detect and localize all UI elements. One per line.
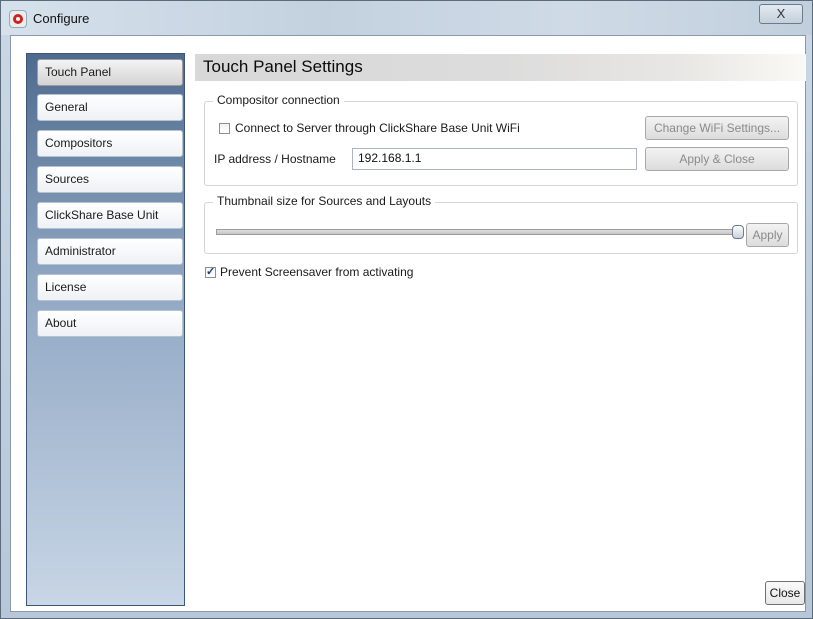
ip-address-input[interactable]: 192.168.1.1 — [352, 148, 637, 170]
compositor-connection-legend: Compositor connection — [213, 93, 344, 107]
wifi-connect-checkbox[interactable] — [219, 123, 230, 134]
compositor-connection-group: Compositor connection Connect to Server … — [204, 93, 798, 186]
prevent-screensaver-label[interactable]: Prevent Screensaver from activating — [220, 265, 413, 279]
sidebar-item-clickshare-base-unit[interactable]: ClickShare Base Unit — [37, 202, 183, 229]
thumbnail-size-legend: Thumbnail size for Sources and Layouts — [213, 194, 436, 208]
close-button[interactable]: Close — [765, 581, 805, 605]
thumbnail-size-slider-thumb[interactable] — [732, 225, 744, 239]
window-title: Configure — [33, 11, 90, 26]
sidebar-item-license[interactable]: License — [37, 274, 183, 301]
configure-window: Configure X Touch Panel General Composit… — [0, 0, 813, 619]
change-wifi-settings-button[interactable]: Change WiFi Settings... — [645, 116, 789, 140]
sidebar-item-compositors[interactable]: Compositors — [37, 130, 183, 157]
thumbnail-size-group: Thumbnail size for Sources and Layouts A… — [204, 194, 798, 254]
sidebar-item-general[interactable]: General — [37, 94, 183, 121]
sidebar-item-administrator[interactable]: Administrator — [37, 238, 183, 265]
dialog-client-area: Touch Panel General Compositors Sources … — [10, 35, 806, 612]
content-header: Touch Panel Settings — [195, 54, 806, 81]
ip-address-label: IP address / Hostname — [214, 152, 336, 166]
apply-close-button[interactable]: Apply & Close — [645, 147, 789, 171]
prevent-screensaver-checkbox[interactable] — [205, 265, 216, 278]
title-bar[interactable]: Configure X — [1, 1, 812, 35]
sidebar-item-about[interactable]: About — [37, 310, 183, 337]
wifi-connect-label[interactable]: Connect to Server through ClickShare Bas… — [235, 121, 520, 135]
app-icon — [10, 11, 26, 27]
sidebar: Touch Panel General Compositors Sources … — [26, 53, 185, 606]
thumbnail-apply-button[interactable]: Apply — [746, 223, 789, 247]
sidebar-item-sources[interactable]: Sources — [37, 166, 183, 193]
window-close-button[interactable]: X — [759, 4, 803, 24]
page-title: Touch Panel Settings — [203, 57, 363, 76]
sidebar-item-touch-panel[interactable]: Touch Panel — [37, 59, 183, 86]
thumbnail-size-slider-track[interactable] — [216, 229, 744, 235]
